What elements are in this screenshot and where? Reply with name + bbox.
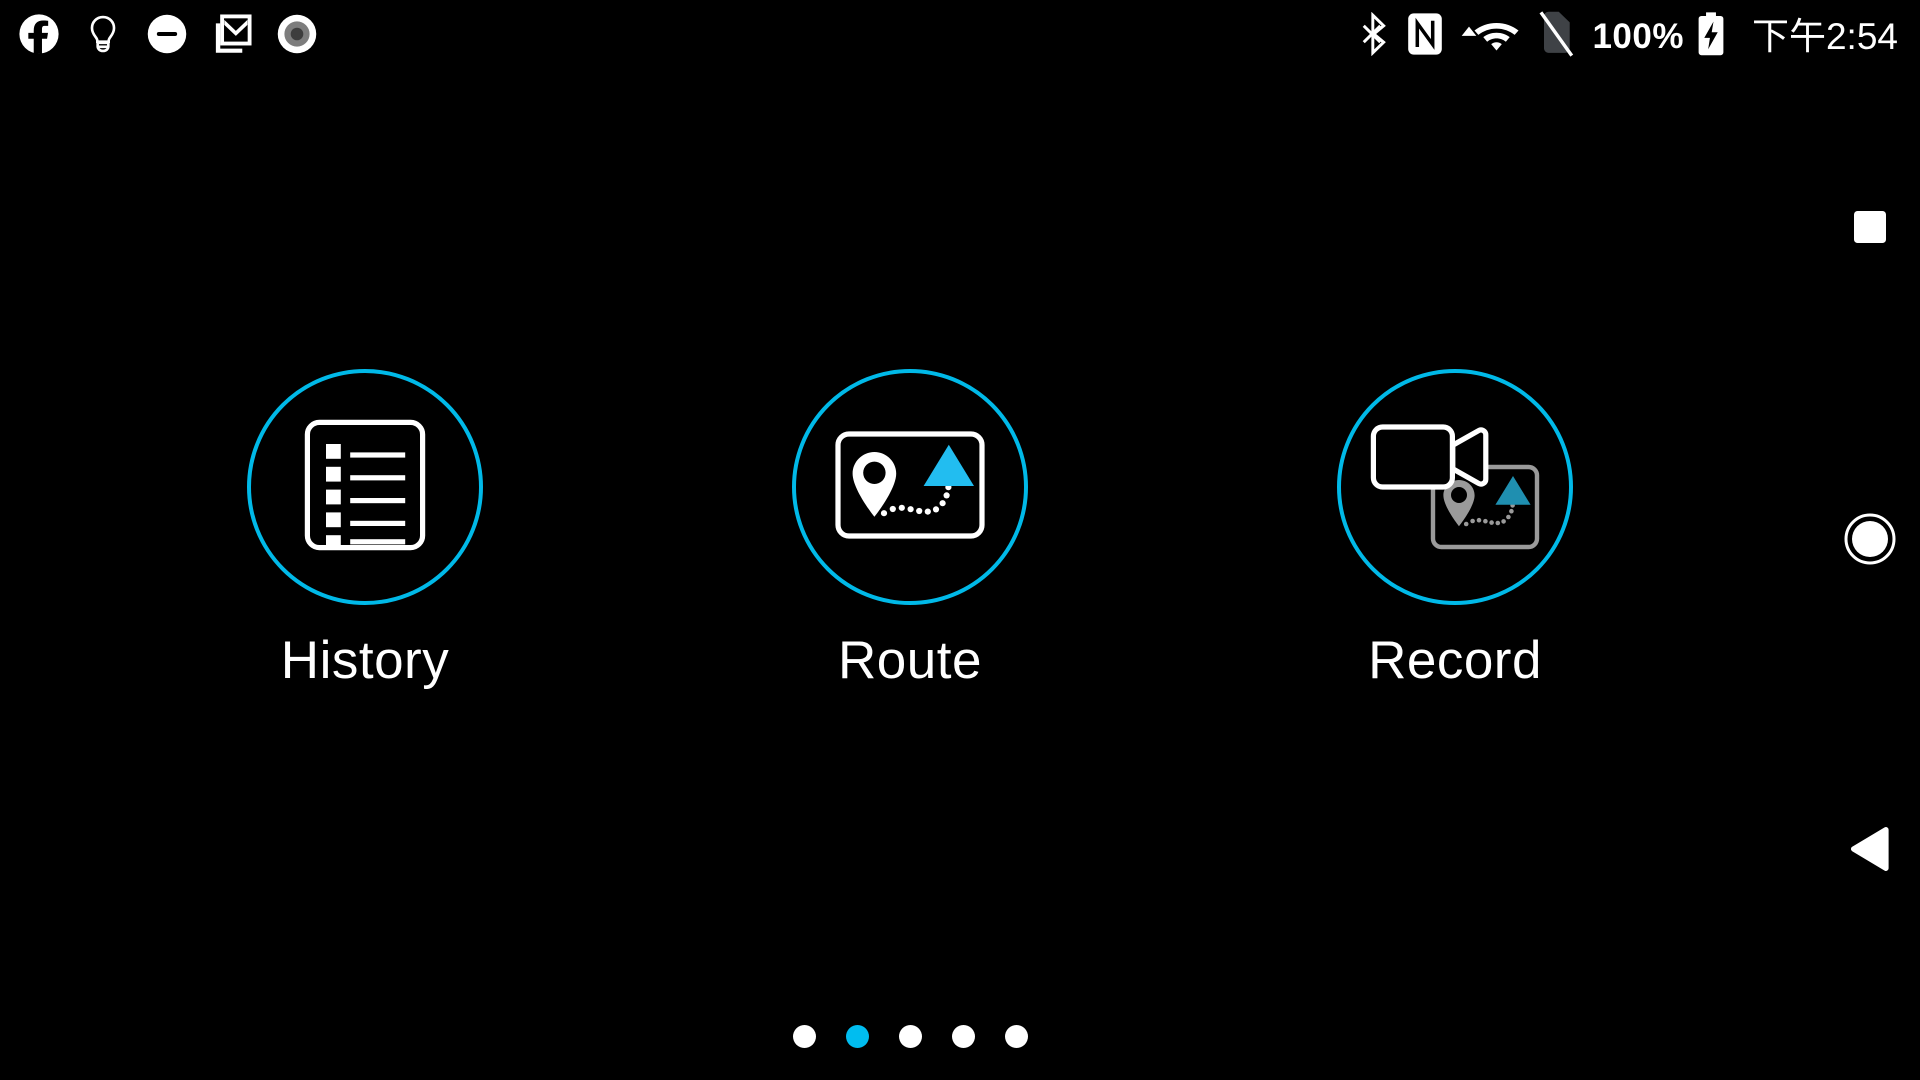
list-document-icon <box>303 418 427 557</box>
no-sim-icon <box>1536 10 1576 63</box>
history-icon-ring[interactable] <box>247 369 483 606</box>
nfc-icon <box>1404 11 1446 62</box>
app-item-history[interactable]: History <box>93 369 638 689</box>
battery-charging-icon <box>1696 11 1726 62</box>
navigation-bar <box>1820 0 1920 1080</box>
page-dot-5[interactable] <box>1004 1025 1028 1048</box>
page-dot-3[interactable] <box>898 1025 922 1048</box>
square-icon <box>1853 210 1887 249</box>
page-dot-1[interactable] <box>792 1025 816 1048</box>
recording-dot-icon <box>276 13 318 60</box>
bluetooth-icon <box>1356 11 1392 61</box>
wifi-icon <box>1458 12 1524 61</box>
system-status-icons: 100% 下午2:54 <box>1356 10 1898 63</box>
notification-icons <box>18 12 318 61</box>
page-indicator <box>0 1025 1820 1048</box>
triangle-left-icon <box>1848 826 1892 877</box>
page-dot-2[interactable] <box>845 1025 869 1048</box>
app-item-record[interactable]: Record <box>1183 369 1728 689</box>
home-button[interactable] <box>1820 513 1920 570</box>
route-icon-ring[interactable] <box>792 369 1028 606</box>
status-bar[interactable]: 100% 下午2:54 <box>0 0 1920 72</box>
app-label-record: Record <box>1368 631 1542 691</box>
lightbulb-icon <box>82 13 124 60</box>
app-grid: History Route Record <box>0 0 1820 1080</box>
do-not-disturb-icon <box>146 13 188 60</box>
map-route-icon <box>834 430 986 545</box>
battery-percent-label: 100% <box>1592 16 1684 56</box>
video-map-record-icon <box>1367 415 1543 560</box>
facebook-icon <box>18 13 60 60</box>
recents-button[interactable] <box>1820 210 1920 249</box>
record-icon-ring[interactable] <box>1337 369 1573 606</box>
app-item-route[interactable]: Route <box>638 369 1183 689</box>
app-label-route: Route <box>838 631 982 691</box>
app-label-history: History <box>280 631 450 691</box>
page-dot-4[interactable] <box>951 1025 975 1048</box>
gmail-icon <box>210 12 254 61</box>
back-button[interactable] <box>1820 826 1920 877</box>
circle-icon <box>1844 513 1896 570</box>
